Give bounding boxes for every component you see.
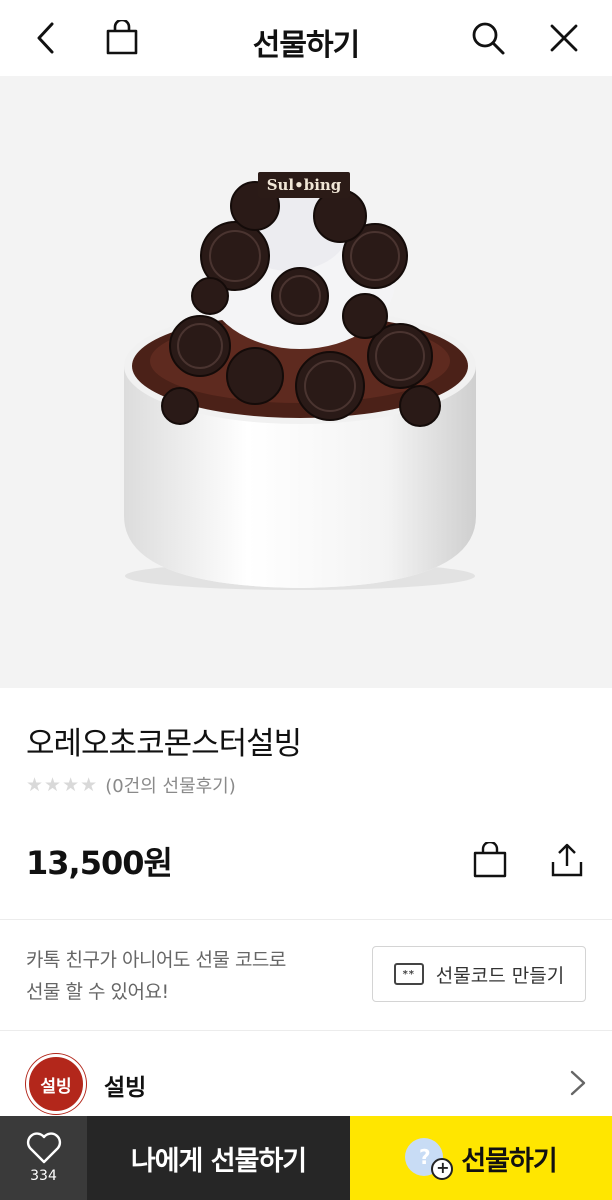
- bottom-action-bar: 334 나에게 선물하기 ? + 선물하기: [0, 1116, 612, 1200]
- plus-badge: +: [431, 1158, 454, 1180]
- gift-to-me-button[interactable]: 나에게 선물하기: [87, 1116, 350, 1200]
- gift-code-line-1: 카톡 친구가 아니어도 선물 코드로: [26, 949, 286, 971]
- gift-button[interactable]: ? + 선물하기: [350, 1116, 612, 1200]
- add-friend-icon: ? +: [405, 1136, 454, 1180]
- search-icon[interactable]: [468, 18, 508, 58]
- share-icon: [551, 843, 583, 877]
- star-icon: ★: [80, 774, 98, 796]
- gift-code-description: 카톡 친구가 아니어도 선물 코드로 선물 할 수 있어요!: [26, 944, 286, 1008]
- wish-bag-button[interactable]: [468, 838, 512, 882]
- gift-code-line-2: 선물 할 수 있어요!: [26, 981, 169, 1003]
- brand-name: 설빙: [104, 1075, 147, 1101]
- star-icon: ★: [62, 774, 80, 796]
- section-divider: [0, 919, 612, 920]
- oreo-bingsu-image: Sul•bing: [124, 172, 476, 590]
- brand-row[interactable]: 설빙 설빙: [0, 1034, 612, 1118]
- product-price: 13,500원: [26, 844, 173, 882]
- chevron-right-icon: [570, 1070, 586, 1096]
- star-icon: ★: [44, 774, 62, 796]
- like-button[interactable]: 334: [0, 1116, 87, 1200]
- star-rating: ★ ★ ★ ★: [26, 774, 97, 796]
- rating-row[interactable]: ★ ★ ★ ★ (0건의 선물후기): [26, 772, 236, 798]
- gift-to-me-label: 나에게 선물하기: [130, 1145, 307, 1177]
- section-divider: [0, 1030, 612, 1031]
- brand-logo: 설빙: [26, 1054, 86, 1114]
- shopping-bag-icon: [473, 842, 507, 878]
- product-image: Sul•bing: [0, 76, 612, 688]
- top-header: 선물하기: [0, 0, 612, 76]
- star-icon: ★: [26, 774, 44, 796]
- product-name: 오레오초코몬스터설빙: [26, 726, 302, 762]
- create-gift-code-label: 선물코드 만들기: [435, 964, 565, 987]
- gift-label: 선물하기: [461, 1145, 557, 1177]
- create-gift-code-button[interactable]: ** 선물코드 만들기: [372, 946, 586, 1002]
- heart-icon: [26, 1132, 61, 1164]
- share-button[interactable]: [545, 838, 589, 882]
- review-count[interactable]: (0건의 선물후기): [105, 772, 236, 798]
- close-icon[interactable]: [544, 18, 584, 58]
- code-icon: **: [393, 963, 424, 985]
- page-title: 선물하기: [252, 28, 360, 63]
- brand-logo-text: 설빙: [40, 1076, 72, 1097]
- like-count: 334: [30, 1168, 57, 1184]
- lid-plaque-text: Sul•bing: [267, 176, 342, 194]
